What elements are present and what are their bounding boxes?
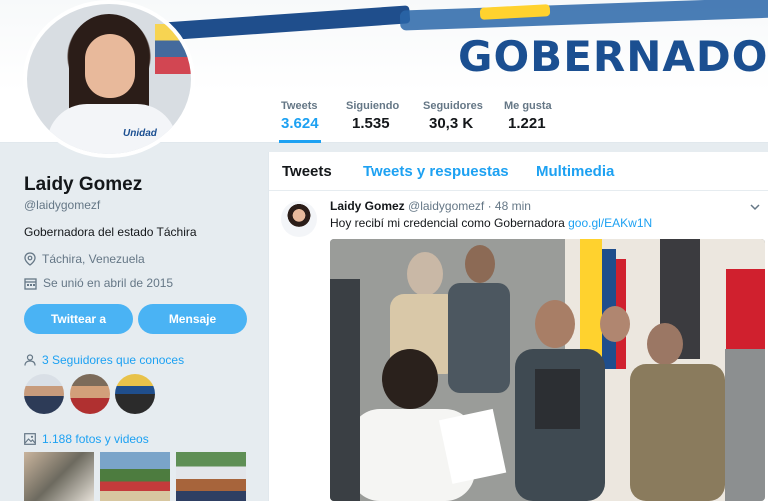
media-thumbnail[interactable] (24, 452, 94, 501)
profile-name[interactable]: Laidy Gomez (24, 174, 142, 196)
location-text: Táchira, Venezuela (42, 252, 145, 266)
tweet-header: Laidy Gomez @laidygomezf · 48 min (330, 199, 531, 213)
banner-stroke (159, 5, 411, 41)
stat-label: Seguidores (423, 100, 483, 112)
joined-text: Se unió en abril de 2015 (43, 276, 174, 290)
stat-label: Tweets (281, 100, 318, 112)
calendar-icon (24, 277, 37, 290)
tweet-text: Hoy recibí mi credencial como Gobernador… (330, 216, 652, 230)
profile-location: Táchira, Venezuela (24, 252, 145, 266)
avatar-flag (155, 24, 191, 74)
tweet-photo-image (330, 239, 765, 501)
tweet-link[interactable]: goo.gl/EAKw1N (568, 216, 652, 230)
location-pin-icon (24, 252, 36, 266)
person-icon (24, 354, 36, 366)
stat-label: Me gusta (504, 100, 552, 112)
stat-value: 30,3 K (429, 115, 474, 132)
tweet-timestamp[interactable]: · 48 min (488, 199, 531, 213)
followers-you-know-text: 3 Seguidores que conoces (42, 353, 185, 367)
message-button[interactable]: Mensaje (138, 304, 247, 334)
tab-tweets[interactable]: Tweets (282, 163, 332, 180)
tweet-author-avatar[interactable] (281, 201, 317, 237)
profile-avatar[interactable]: Unidad (23, 0, 195, 158)
profile-handle[interactable]: @laidygomezf (24, 198, 100, 212)
follower-avatar[interactable] (70, 374, 110, 414)
chevron-down-icon[interactable] (749, 201, 761, 213)
stat-likes[interactable]: Me gusta 1.221 (504, 100, 552, 132)
photos-videos-text: 1.188 fotos y videos (42, 432, 149, 446)
tweet-author-handle[interactable]: @laidygomezf (408, 199, 484, 213)
stat-value: 1.221 (508, 115, 546, 132)
follower-avatar[interactable] (115, 374, 155, 414)
media-thumbnail[interactable] (176, 452, 246, 501)
timeline-tabs: Tweets Tweets y respuestas Multimedia (269, 152, 768, 191)
followers-you-know-link[interactable]: 3 Seguidores que conoces (24, 353, 184, 367)
tweet-photo[interactable] (330, 239, 765, 501)
media-thumbnail[interactable] (100, 452, 170, 501)
stat-value: 3.624 (281, 115, 319, 132)
stat-tweets[interactable]: Tweets 3.624 (279, 100, 321, 143)
profile-bio: Gobernadora del estado Táchira (24, 225, 197, 239)
image-icon (24, 433, 36, 445)
photos-videos-link[interactable]: 1.188 fotos y videos (24, 432, 149, 446)
profile-joined: Se unió en abril de 2015 (24, 276, 173, 290)
stat-value: 1.535 (352, 115, 390, 132)
avatar-logo: Unidad (123, 128, 157, 139)
tweet[interactable]: Laidy Gomez @laidygomezf · 48 min Hoy re… (269, 191, 768, 501)
tweet-to-button[interactable]: Twittear a (24, 304, 133, 334)
tweet-body: Hoy recibí mi credencial como Gobernador… (330, 216, 569, 230)
banner-brand-text: GOBERNADO (458, 32, 768, 81)
tab-tweets-replies[interactable]: Tweets y respuestas (363, 163, 509, 180)
stat-following[interactable]: Siguiendo 1.535 (346, 100, 399, 132)
tweet-author-name[interactable]: Laidy Gomez (330, 199, 405, 213)
follower-avatar[interactable] (24, 374, 64, 414)
banner-stroke (399, 0, 768, 31)
tab-media[interactable]: Multimedia (536, 163, 614, 180)
stat-followers[interactable]: Seguidores 30,3 K (423, 100, 483, 132)
avatar-face (85, 34, 135, 98)
timeline: Tweets Tweets y respuestas Multimedia La… (268, 152, 768, 501)
profile-card: Laidy Gomez @laidygomezf Gobernadora del… (0, 142, 268, 501)
stat-label: Siguiendo (346, 100, 400, 112)
